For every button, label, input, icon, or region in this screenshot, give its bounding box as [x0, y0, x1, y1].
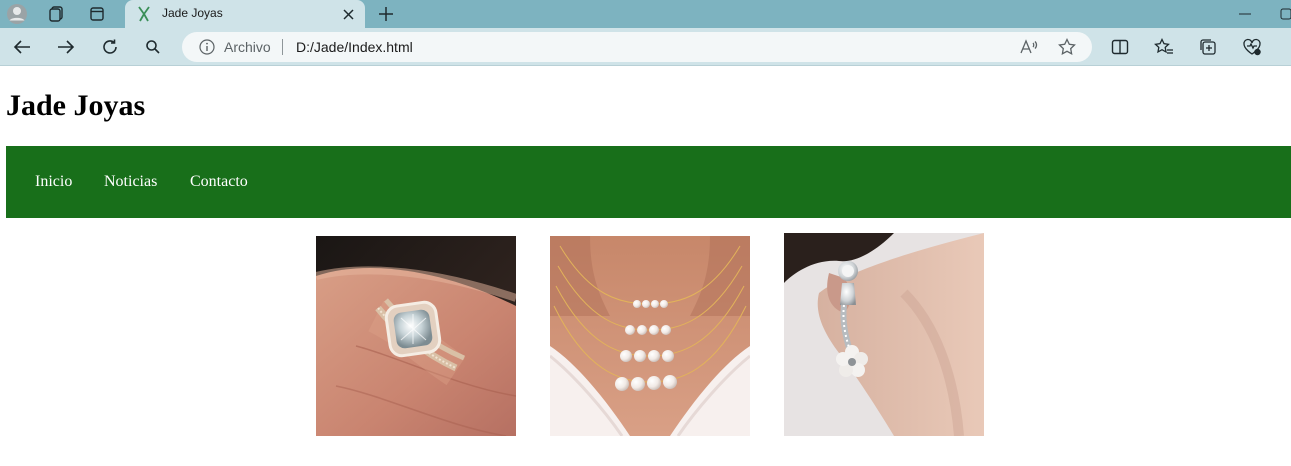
profile-icon[interactable] — [4, 2, 30, 26]
tab-close-icon[interactable] — [339, 5, 357, 23]
address-url[interactable]: D:/Jade/Index.html — [296, 39, 413, 55]
page-title: Jade Joyas — [6, 89, 146, 122]
search-icon[interactable] — [140, 34, 166, 60]
split-screen-icon[interactable] — [1108, 35, 1132, 59]
gallery-image-ring — [316, 236, 516, 436]
browser-essentials-icon[interactable] — [1240, 35, 1264, 59]
browser-tab[interactable]: Jade Joyas — [125, 0, 365, 28]
nav-link-noticias[interactable]: Noticias — [104, 173, 157, 191]
tab-title: Jade Joyas — [162, 6, 223, 20]
jade-favicon-icon — [138, 6, 150, 22]
address-divider — [282, 39, 283, 55]
browser-toolbar: Archivo D:/Jade/Index.html — [0, 28, 1291, 66]
favorite-star-icon[interactable] — [1056, 37, 1078, 57]
forward-arrow-icon[interactable] — [53, 34, 79, 60]
browser-tab-strip: Jade Joyas — [0, 0, 1291, 28]
main-navigation: Inicio Noticias Contacto — [6, 146, 1291, 218]
maximize-icon[interactable] — [1280, 4, 1291, 24]
info-icon[interactable] — [199, 39, 215, 55]
gallery-image-earring — [784, 233, 984, 436]
nav-link-inicio[interactable]: Inicio — [35, 173, 72, 191]
tab-actions-icon[interactable] — [84, 2, 110, 26]
address-bar[interactable]: Archivo D:/Jade/Index.html — [182, 32, 1092, 62]
new-tab-icon[interactable] — [375, 3, 397, 25]
refresh-icon[interactable] — [97, 34, 123, 60]
address-scheme-label: Archivo — [224, 39, 271, 55]
back-arrow-icon[interactable] — [9, 34, 35, 60]
workspaces-icon[interactable] — [43, 2, 69, 26]
read-aloud-icon[interactable] — [1018, 37, 1040, 57]
minimize-icon[interactable] — [1235, 4, 1255, 24]
nav-link-contacto[interactable]: Contacto — [190, 173, 248, 191]
favorites-icon[interactable] — [1152, 35, 1176, 59]
collections-icon[interactable] — [1196, 35, 1220, 59]
gallery-image-necklace — [550, 236, 750, 436]
